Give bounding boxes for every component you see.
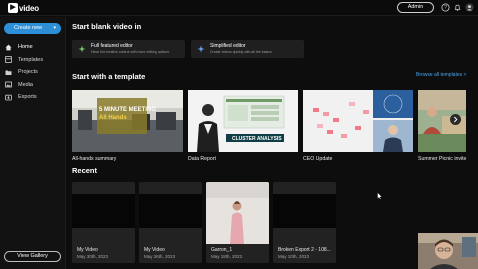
video-name: Garron_1 (211, 247, 233, 253)
sidebar: Create new ▾ Home Templates Projects Med… (0, 17, 66, 269)
sidebar-item-label: Templates (18, 56, 44, 63)
app-logo[interactable]: ▶ video (8, 3, 39, 13)
export-icon (5, 94, 12, 101)
video-name: My Video (77, 247, 98, 253)
card-subtitle: Create videos quickly with all the basic… (210, 50, 273, 54)
logo-mark-icon: ▶ (8, 3, 18, 13)
bell-icon[interactable] (453, 3, 462, 12)
recent-video-card[interactable]: Broken Export 2 - 108... May 10th, 2023 (273, 182, 336, 263)
create-new-label: Create new (14, 25, 43, 31)
sidebar-nav: Home Templates Projects Media Exports (0, 41, 66, 104)
video-date: May 18th, 2023 (211, 254, 243, 259)
data-report-image (188, 90, 298, 152)
recent-video-card[interactable]: My Video May 26th, 2023 (139, 182, 202, 263)
recent-video-card[interactable]: Garron_1 May 18th, 2023 (206, 182, 269, 263)
sidebar-item-label: Media (18, 81, 33, 88)
chevron-right-icon (453, 116, 458, 123)
template-label: All-hands summary (72, 156, 117, 162)
video-date: May 30th, 2023 (77, 254, 109, 259)
video-thumbnail (273, 194, 336, 228)
media-icon (5, 81, 12, 88)
create-new-button[interactable]: Create new ▾ (4, 23, 61, 34)
sidebar-item-exports[interactable]: Exports (0, 91, 66, 104)
mouse-cursor-icon (377, 192, 383, 200)
chevron-down-icon: ▾ (53, 25, 56, 31)
video-thumbnail (206, 182, 269, 244)
carousel-next-button[interactable] (450, 114, 461, 125)
sidebar-item-media[interactable]: Media (0, 79, 66, 92)
start-blank-heading: Start blank video in (72, 22, 142, 31)
video-date: May 26th, 2023 (144, 254, 176, 259)
admin-button[interactable]: Admin (397, 2, 434, 13)
template-label: Data Report (188, 156, 216, 162)
templates-icon (5, 56, 12, 64)
video-date: May 10th, 2023 (278, 254, 310, 259)
card-subtitle: Have full creative control with more edi… (91, 50, 170, 54)
template-card-data-report[interactable]: CLUSTER ANALYSIS (188, 90, 298, 152)
folder-icon (5, 69, 12, 76)
svg-text:?: ? (444, 5, 447, 11)
view-gallery-button[interactable]: View Gallery (4, 251, 61, 262)
template-card-all-hands[interactable]: 5 MINUTE MEETING All Hands (72, 90, 183, 152)
template-thumb-subtitle: All Hands (99, 115, 127, 121)
video-name: My Video (144, 247, 165, 253)
sidebar-item-label: Projects (18, 69, 38, 76)
ceo-update-image (303, 90, 413, 152)
template-thumb-title: 5 MINUTE MEETING (99, 107, 157, 113)
browse-templates-link[interactable]: Browse all templates > (416, 72, 466, 78)
template-card-ceo-update[interactable] (303, 90, 413, 152)
sidebar-item-templates[interactable]: Templates (0, 54, 66, 67)
video-thumbnail (139, 194, 202, 228)
sidebar-item-home[interactable]: Home (0, 41, 66, 54)
full-featured-editor-card[interactable]: Full featured editor Have full creative … (72, 40, 185, 58)
simplified-editor-card[interactable]: Simplified editor Create videos quickly … (191, 40, 304, 58)
card-title: Simplified editor (210, 43, 246, 49)
template-thumb-title: CLUSTER ANALYSIS (232, 136, 282, 142)
templates-heading: Start with a template (72, 72, 146, 81)
top-bar: ▶ video Admin ? (0, 0, 478, 16)
webcam-person-image (418, 233, 478, 269)
recent-video-card[interactable]: My Video May 30th, 2023 (72, 182, 135, 263)
video-thumbnail (72, 194, 135, 228)
card-title: Full featured editor (91, 43, 133, 49)
recent-heading: Recent (72, 166, 98, 175)
video-name: Broken Export 2 - 108... (278, 247, 331, 253)
logo-text: video (19, 3, 39, 13)
home-icon (5, 44, 12, 51)
sidebar-item-projects[interactable]: Projects (0, 66, 66, 79)
office-photo-image (72, 90, 183, 152)
sparkle-icon (78, 45, 86, 53)
sidebar-item-label: Exports (18, 94, 37, 101)
sparkle-icon (197, 45, 205, 53)
template-label: Summer Picnic invite (418, 156, 467, 162)
user-avatar[interactable] (465, 3, 474, 12)
help-icon[interactable]: ? (441, 3, 450, 12)
sidebar-item-label: Home (18, 44, 33, 51)
template-label: CEO Update (303, 156, 333, 162)
webcam-overlay[interactable] (418, 233, 478, 269)
